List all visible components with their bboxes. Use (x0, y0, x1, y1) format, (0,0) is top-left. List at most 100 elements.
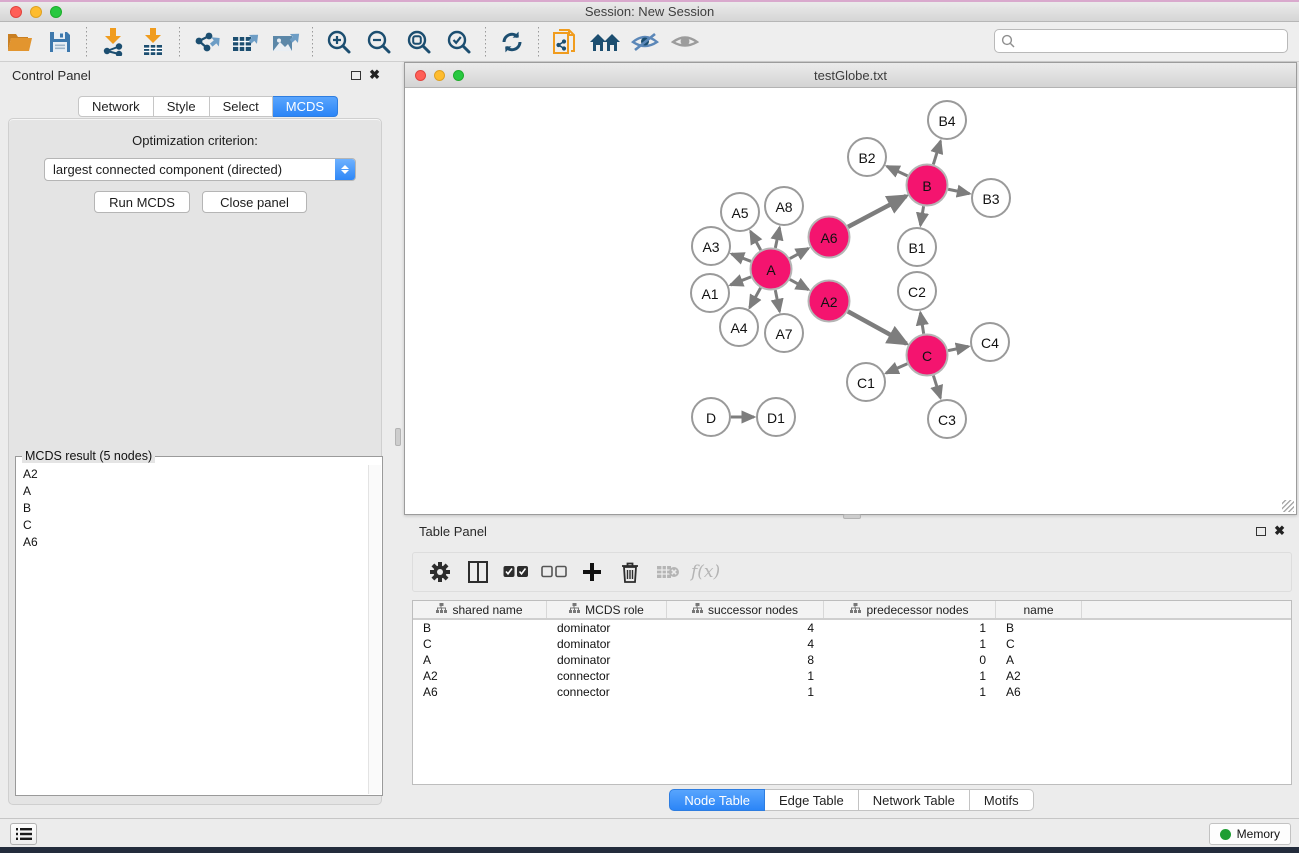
column-header-shared-name[interactable]: shared name (413, 601, 547, 618)
tab-motifs[interactable]: Motifs (970, 789, 1034, 811)
graph-node-A8[interactable]: A8 (765, 187, 803, 225)
mcds-result-item[interactable]: B (17, 499, 368, 516)
export-image-icon[interactable] (269, 26, 303, 58)
task-history-button[interactable] (10, 823, 37, 845)
save-session-icon[interactable] (43, 26, 77, 58)
table-options-gear-icon[interactable] (425, 557, 455, 587)
home-icon[interactable] (588, 26, 622, 58)
table-cell[interactable]: C (996, 637, 1082, 651)
network-window-titlebar[interactable]: testGlobe.txt (405, 63, 1296, 88)
run-mcds-button[interactable]: Run MCDS (94, 191, 190, 213)
graph-node-C1[interactable]: C1 (847, 363, 885, 401)
import-network-icon[interactable] (96, 26, 130, 58)
graph-node-A6[interactable]: A6 (809, 217, 850, 258)
mcds-result-list[interactable]: A2ABCA6 (17, 465, 368, 794)
table-cell[interactable]: 1 (824, 637, 996, 651)
graph-node-B3[interactable]: B3 (972, 179, 1010, 217)
graph-node-C2[interactable]: C2 (898, 272, 936, 310)
export-table-icon[interactable] (229, 26, 263, 58)
float-table-panel-icon[interactable] (1256, 527, 1266, 536)
table-cell[interactable]: A2 (413, 669, 547, 683)
graph-node-A[interactable]: A (751, 249, 792, 290)
table-cell[interactable]: A6 (413, 685, 547, 699)
tab-mcds[interactable]: MCDS (273, 96, 338, 117)
new-network-from-selection-icon[interactable] (548, 26, 582, 58)
graph-node-A4[interactable]: A4 (720, 308, 758, 346)
tab-select[interactable]: Select (210, 96, 273, 117)
table-cell[interactable]: dominator (547, 621, 667, 635)
table-cell[interactable]: 1 (667, 685, 824, 699)
table-cell[interactable]: 1 (824, 685, 996, 699)
export-network-icon[interactable] (189, 26, 223, 58)
table-cell[interactable]: dominator (547, 637, 667, 651)
table-cell[interactable]: 1 (824, 669, 996, 683)
table-cell[interactable]: C (413, 637, 547, 651)
tab-network[interactable]: Network (78, 96, 154, 117)
refresh-icon[interactable] (495, 26, 529, 58)
graph-node-C3[interactable]: C3 (928, 400, 966, 438)
table-cell[interactable]: 1 (824, 621, 996, 635)
table-cell[interactable]: 8 (667, 653, 824, 667)
tab-edge-table[interactable]: Edge Table (765, 789, 859, 811)
delete-column-trash-icon[interactable] (615, 557, 645, 587)
select-all-icon[interactable] (501, 557, 531, 587)
add-column-icon[interactable] (577, 557, 607, 587)
graph-node-C[interactable]: C (907, 335, 948, 376)
deselect-all-icon[interactable] (539, 557, 569, 587)
mcds-result-item[interactable]: A2 (17, 465, 368, 482)
criterion-dropdown[interactable]: largest connected component (directed) (44, 158, 356, 181)
open-session-icon[interactable] (3, 26, 37, 58)
zoom-in-icon[interactable] (322, 26, 356, 58)
float-panel-icon[interactable] (351, 71, 361, 80)
zoom-out-icon[interactable] (362, 26, 396, 58)
zoom-selected-icon[interactable] (442, 26, 476, 58)
mcds-result-item[interactable]: A (17, 482, 368, 499)
table-cell[interactable]: A2 (996, 669, 1082, 683)
network-canvas[interactable]: B4B2BB3A8A5A6A3B1AC2A1A2A4A7C4CC1DD1C3 (405, 88, 1296, 514)
graph-node-B1[interactable]: B1 (898, 228, 936, 266)
table-cell[interactable]: 1 (667, 669, 824, 683)
mcds-list-scrollbar[interactable] (368, 465, 381, 794)
table-row[interactable]: Adominator80A (413, 652, 1291, 668)
table-row[interactable]: Bdominator41B (413, 620, 1291, 636)
mcds-result-item[interactable]: A6 (17, 533, 368, 550)
close-table-panel-icon[interactable]: ✖ (1274, 526, 1285, 536)
hide-selected-eye-icon[interactable] (628, 26, 662, 58)
tab-node-table[interactable]: Node Table (669, 789, 765, 811)
table-cell[interactable]: 4 (667, 621, 824, 635)
memory-button[interactable]: Memory (1209, 823, 1291, 845)
tab-network-table[interactable]: Network Table (859, 789, 970, 811)
graph-node-A1[interactable]: A1 (691, 274, 729, 312)
graph-node-B4[interactable]: B4 (928, 101, 966, 139)
graph-node-B[interactable]: B (907, 165, 948, 206)
show-hidden-eye-icon[interactable] (668, 26, 702, 58)
table-cell[interactable]: dominator (547, 653, 667, 667)
search-input[interactable] (994, 29, 1288, 53)
table-cell[interactable]: A6 (996, 685, 1082, 699)
zoom-fit-icon[interactable] (402, 26, 436, 58)
graph-node-D[interactable]: D (692, 398, 730, 436)
show-column-icon[interactable] (463, 557, 493, 587)
table-cell[interactable]: B (413, 621, 547, 635)
graph-node-A7[interactable]: A7 (765, 314, 803, 352)
graph-node-B2[interactable]: B2 (848, 138, 886, 176)
import-table-icon[interactable] (136, 26, 170, 58)
graph-node-A3[interactable]: A3 (692, 227, 730, 265)
graph-node-D1[interactable]: D1 (757, 398, 795, 436)
column-header-successor-nodes[interactable]: successor nodes (667, 601, 824, 618)
tab-style[interactable]: Style (154, 96, 210, 117)
column-header-MCDS-role[interactable]: MCDS role (547, 601, 667, 618)
mcds-result-item[interactable]: C (17, 516, 368, 533)
graph-node-A5[interactable]: A5 (721, 193, 759, 231)
close-panel-icon[interactable]: ✖ (369, 70, 380, 80)
table-cell[interactable]: connector (547, 669, 667, 683)
table-cell[interactable]: 4 (667, 637, 824, 651)
table-cell[interactable]: connector (547, 685, 667, 699)
table-cell[interactable]: 0 (824, 653, 996, 667)
column-header-predecessor-nodes[interactable]: predecessor nodes (824, 601, 996, 618)
table-cell[interactable]: B (996, 621, 1082, 635)
graph-node-A2[interactable]: A2 (809, 281, 850, 322)
window-resize-grip[interactable] (1282, 500, 1294, 512)
table-cell[interactable]: A (996, 653, 1082, 667)
table-row[interactable]: A6connector11A6 (413, 684, 1291, 700)
